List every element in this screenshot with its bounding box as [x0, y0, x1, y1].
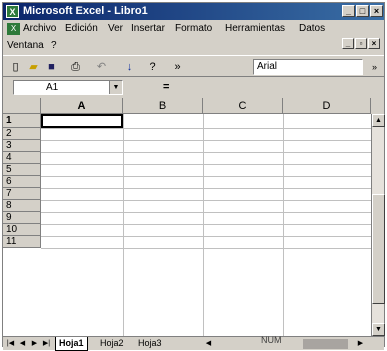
grid-line — [41, 164, 371, 165]
doc-minimize-button[interactable]: _ — [342, 38, 354, 49]
scroll-down-icon[interactable]: ▼ — [372, 323, 385, 336]
row-header[interactable]: 4 — [3, 152, 41, 164]
menu-bar: X Archivo Edición Ver Insertar Formato H… — [3, 20, 384, 54]
grid-line — [203, 114, 204, 336]
selected-cell-a1[interactable] — [41, 114, 123, 128]
hscroll-left-icon[interactable]: ◀ — [203, 338, 214, 349]
grid-line — [41, 212, 371, 213]
doc-close-button[interactable]: × — [368, 38, 380, 49]
menu-formato[interactable]: Formato — [175, 23, 212, 34]
row-header[interactable]: 6 — [3, 176, 41, 188]
sheet-tab-bar: |◀ ◀ ▶ ▶| Hoja1 Hoja2 Hoja3 ◀ ▶ — [3, 336, 384, 351]
menu-edicion[interactable]: Edición — [65, 23, 98, 34]
column-header-b[interactable]: B — [123, 98, 203, 114]
column-header-d[interactable]: D — [283, 98, 371, 114]
new-file-icon[interactable]: ▯ — [7, 59, 24, 75]
doc-restore-button[interactable]: ▫ — [355, 38, 367, 49]
minimize-button[interactable]: _ — [342, 5, 355, 17]
font-name-value: Arial — [257, 61, 278, 72]
row-header[interactable]: 3 — [3, 140, 41, 152]
formula-bar: A1 ▼ = — [3, 78, 384, 97]
num-lock-indicator: NUM — [261, 335, 282, 345]
worksheet-grid[interactable]: A B C D 1 2 3 4 5 6 7 8 9 10 11 — [3, 98, 371, 336]
row-header[interactable]: 5 — [3, 164, 41, 176]
next-sheet-icon[interactable]: ▶ — [29, 338, 40, 349]
window-title: Microsoft Excel - Libro1 — [23, 5, 148, 17]
menu-herramientas[interactable]: Herramientas — [225, 23, 285, 34]
open-folder-icon[interactable]: ▰ — [25, 59, 42, 75]
first-sheet-icon[interactable]: |◀ — [5, 338, 16, 349]
column-header-a[interactable]: A — [41, 98, 123, 114]
save-icon[interactable]: ■ — [43, 59, 60, 75]
grid-line — [41, 224, 371, 225]
equals-button[interactable]: = — [163, 81, 169, 93]
last-sheet-icon[interactable]: ▶| — [41, 338, 52, 349]
grid-line — [41, 140, 371, 141]
row-header[interactable]: 2 — [3, 128, 41, 140]
tab-hoja3[interactable]: Hoja3 — [135, 337, 165, 350]
grid-line — [41, 248, 371, 249]
grid-line — [41, 200, 371, 201]
row-header[interactable]: 9 — [3, 212, 41, 224]
sort-ascending-icon[interactable]: ↓ — [121, 59, 138, 75]
name-box[interactable]: A1 ▼ — [13, 80, 123, 95]
font-name-select[interactable]: Arial — [253, 59, 363, 75]
prev-sheet-icon[interactable]: ◀ — [17, 338, 28, 349]
vertical-scrollbar[interactable]: ▲ ▼ — [371, 114, 385, 336]
more-buttons-icon[interactable]: » — [169, 59, 186, 75]
grid-line — [41, 236, 371, 237]
tab-hoja2[interactable]: Hoja2 — [97, 337, 127, 350]
grid-line — [41, 128, 371, 129]
grid-line — [41, 176, 371, 177]
scroll-thumb[interactable] — [372, 194, 385, 304]
menu-ventana[interactable]: Ventana — [7, 40, 44, 51]
hscroll-right-icon[interactable]: ▶ — [355, 338, 366, 349]
print-icon[interactable]: ⎙ — [67, 59, 84, 75]
help-icon[interactable]: ? — [144, 59, 161, 75]
excel-icon[interactable]: X — [6, 5, 19, 18]
toolbar-overflow-icon[interactable]: » — [366, 59, 383, 75]
menu-datos[interactable]: Datos — [299, 23, 325, 34]
row-header[interactable]: 10 — [3, 224, 41, 236]
grid-line — [41, 188, 371, 189]
row-header[interactable]: 11 — [3, 236, 41, 248]
row-header[interactable]: 8 — [3, 200, 41, 212]
row-header[interactable]: 7 — [3, 188, 41, 200]
menu-insertar[interactable]: Insertar — [131, 23, 165, 34]
column-header-c[interactable]: C — [203, 98, 283, 114]
workbook-icon[interactable]: X — [7, 23, 20, 35]
maximize-button[interactable]: □ — [356, 5, 369, 17]
grid-line — [41, 152, 371, 153]
standard-toolbar: ▯ ▰ ■ ⎙ ↶ ↓ ? » Arial » — [3, 55, 384, 77]
close-button[interactable]: × — [370, 5, 383, 17]
undo-icon[interactable]: ↶ — [93, 59, 110, 75]
chevron-down-icon[interactable]: ▼ — [109, 81, 122, 94]
scroll-up-icon[interactable]: ▲ — [372, 114, 385, 127]
row-header[interactable]: 1 — [3, 114, 41, 128]
select-all-corner[interactable] — [3, 98, 41, 114]
grid-line — [283, 114, 284, 336]
title-bar: X Microsoft Excel - Libro1 _ □ × — [3, 3, 384, 20]
menu-archivo[interactable]: Archivo — [23, 23, 56, 34]
menu-help[interactable]: ? — [51, 40, 57, 51]
grid-line — [123, 114, 124, 336]
cell-reference: A1 — [46, 82, 59, 93]
hscroll-thumb[interactable] — [303, 339, 348, 349]
menu-ver[interactable]: Ver — [108, 23, 123, 34]
